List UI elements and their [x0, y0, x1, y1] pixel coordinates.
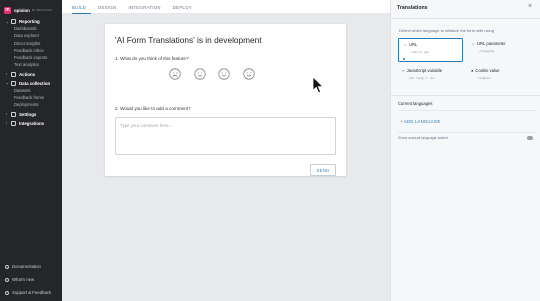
section-label: Actions	[19, 71, 36, 77]
sidebar-item-feedback-inbox[interactable]: Feedback inbox	[0, 47, 62, 54]
question-1-label: 1. What do you think of this feature?	[115, 56, 189, 61]
sidebar-section-reporting[interactable]: ⌄ Reporting	[0, 18, 62, 25]
option-code: …?lang=en	[478, 49, 495, 53]
divider	[391, 18, 540, 19]
divider	[398, 132, 536, 133]
close-icon[interactable]: ×	[528, 3, 532, 10]
sad-face-icon[interactable]	[193, 68, 206, 80]
very-sad-face-icon[interactable]	[169, 68, 181, 80]
builder-tabs: BUILD DESIGN INTEGRATION DEPLOY	[62, 0, 390, 14]
option-cookie-value[interactable]: ● Cookie value lang=en	[467, 65, 532, 89]
selected-indicator	[403, 58, 406, 61]
sidebar-item-direct-insights[interactable]: Direct insights	[0, 40, 62, 47]
sidebar: m opinion BY MOTIVACA ⌄ Reporting Dashbo…	[0, 0, 62, 301]
sidebar-footer: Documentation What's new Support & Feedb…	[0, 260, 62, 299]
sidebar-section-actions[interactable]: › Actions	[0, 71, 62, 78]
brand-logo: m	[4, 6, 11, 14]
bolt-icon	[11, 71, 16, 77]
footer-label: Support & Feedback	[12, 290, 52, 295]
comment-input[interactable]: Type your comment here...	[115, 117, 336, 155]
option-code: var lang = 'en'	[409, 76, 437, 80]
option-url-parameter[interactable]: ⇔ URL parameter …?lang=en	[467, 38, 532, 62]
form-canvas: 'AI Form Translations' is in development…	[62, 14, 390, 301]
brand[interactable]: m opinion BY MOTIVACA	[0, 0, 62, 16]
sidebar-item-text-analytics[interactable]: Text analytics	[0, 61, 62, 68]
tab-integration[interactable]: INTEGRATION	[128, 0, 165, 14]
form-title: 'AI Form Translations' is in development	[115, 35, 262, 45]
collection-icon	[11, 80, 16, 86]
detect-description: Detect which language to initialize the …	[399, 28, 494, 33]
add-language-button[interactable]: + ADD LANGUAGE	[400, 119, 440, 124]
current-languages-heading: Current languages	[398, 101, 433, 106]
option-label: URL parameter	[477, 41, 506, 46]
brand-sub: BY MOTIVACA	[31, 8, 53, 12]
tab-build[interactable]: BUILD	[72, 0, 92, 14]
divider	[391, 95, 540, 96]
sidebar-item-dashboards[interactable]: Dashboards	[0, 25, 62, 32]
option-javascript-variable[interactable]: ‹› JavaScript variable var lang = 'en'	[398, 65, 463, 89]
form-preview-card: 'AI Form Translations' is in development…	[105, 24, 346, 176]
gear-icon	[11, 111, 16, 117]
sidebar-item-deployments[interactable]: Deployments	[0, 101, 62, 108]
code-icon: ‹›	[402, 68, 405, 73]
option-url[interactable]: ⇔ URL …/en/ur_pb/	[398, 38, 463, 62]
whats-new-link[interactable]: What's new	[0, 273, 62, 286]
brand-name: opinion	[14, 7, 30, 13]
neutral-face-icon[interactable]	[218, 68, 230, 80]
puzzle-icon	[11, 120, 16, 126]
panel-title: Translations	[397, 5, 428, 11]
send-button[interactable]: SEND	[310, 164, 336, 176]
section-label: Integrations	[19, 120, 45, 126]
manual-switch-toggle[interactable]	[527, 136, 533, 140]
sidebar-item-feedback-exports[interactable]: Feedback exports	[0, 54, 62, 61]
bell-icon	[5, 277, 9, 282]
section-label: Settings	[19, 111, 37, 117]
cookie-icon: ●	[471, 68, 474, 73]
link-icon: ⇔	[403, 42, 407, 47]
footer-label: What's new	[12, 277, 35, 282]
section-label: Reporting	[19, 19, 40, 24]
sidebar-section-data-collection[interactable]: ⌄ Data collection	[0, 80, 62, 87]
question-2-label: 2. Would you like to add a comment?	[115, 106, 191, 111]
rating-faces	[169, 68, 267, 80]
sidebar-section-integrations[interactable]: › Integrations	[0, 120, 62, 127]
translations-panel: Translations × Detect which language to …	[390, 0, 540, 301]
option-label: JavaScript variable	[406, 68, 443, 73]
divider	[398, 110, 536, 111]
chart-icon	[11, 19, 16, 24]
happy-face-icon[interactable]	[242, 68, 255, 80]
tab-deploy[interactable]: DEPLOY	[173, 0, 197, 14]
support-feedback-link[interactable]: Support & Feedback	[0, 286, 62, 299]
sidebar-item-feedback-forms[interactable]: Feedback forms	[0, 94, 62, 101]
sidebar-item-datasets[interactable]: Datasets	[0, 87, 62, 94]
show-manual-switch-label: Show manual language switch	[398, 136, 448, 140]
sidebar-section-settings[interactable]: › Settings	[0, 111, 62, 118]
sidebar-item-data-explorer[interactable]: Data explorer	[0, 32, 62, 39]
option-code: lang=en	[478, 76, 491, 80]
option-code: …/en/ur_pb/	[410, 50, 430, 54]
tab-design[interactable]: DESIGN	[98, 0, 121, 14]
section-label: Data collection	[19, 80, 51, 86]
documentation-link[interactable]: Documentation	[0, 260, 62, 273]
link-icon: ⇔	[471, 41, 475, 46]
book-icon	[5, 264, 9, 269]
footer-label: Documentation	[12, 264, 41, 269]
mouse-cursor-icon	[312, 76, 324, 94]
option-label: Cookie value	[475, 68, 500, 73]
option-label: URL	[409, 42, 418, 47]
help-icon	[5, 290, 9, 295]
